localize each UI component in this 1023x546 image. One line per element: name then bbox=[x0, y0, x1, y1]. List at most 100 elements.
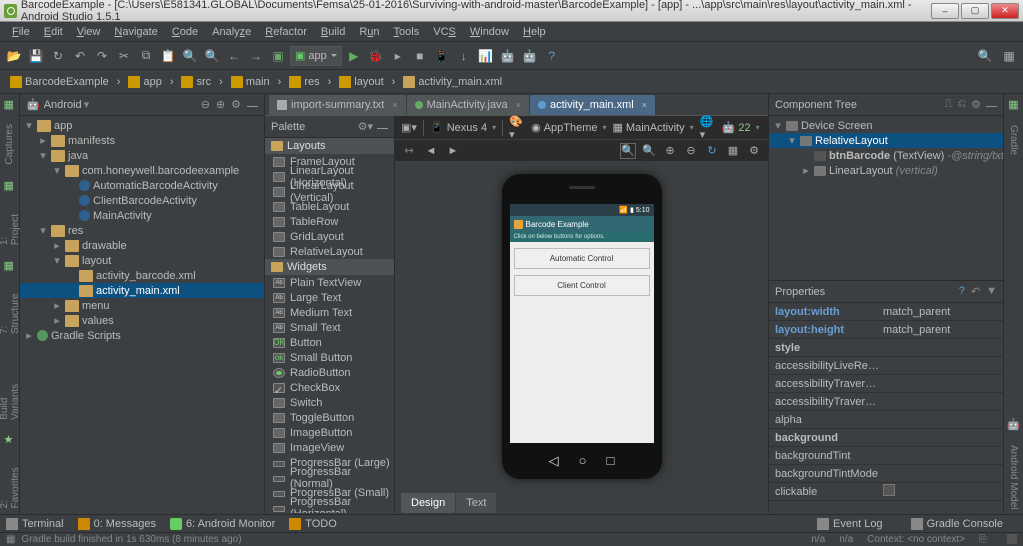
tree-values[interactable]: ▸values bbox=[20, 313, 264, 328]
tab-design[interactable]: Design bbox=[401, 493, 455, 513]
gear-icon[interactable]: ⚙ bbox=[746, 143, 762, 159]
screen[interactable]: 📶▮5:10 Barcode Example Click on below bu… bbox=[510, 204, 654, 443]
theme-dropdown[interactable]: ◉AppTheme bbox=[531, 121, 606, 134]
component-tree[interactable]: ▾Device Screen ▾RelativeLayout btnBarcod… bbox=[769, 116, 1003, 180]
collapse-icon[interactable]: ⎌ bbox=[957, 98, 966, 111]
collapse-icon[interactable]: ⊖ bbox=[201, 98, 210, 111]
structure-icon[interactable]: ▦ bbox=[4, 259, 16, 271]
close-icon[interactable]: × bbox=[642, 100, 647, 110]
search-everywhere-icon[interactable]: 🔍 bbox=[975, 46, 995, 66]
ct-btnbarcode[interactable]: btnBarcode (TextView) - @string/txtMainT… bbox=[769, 148, 1003, 163]
crumb-layout[interactable]: layout bbox=[333, 74, 389, 90]
arrow-right-icon[interactable]: ► bbox=[445, 143, 461, 159]
tree-manifests[interactable]: ▸manifests bbox=[20, 133, 264, 148]
etab-import[interactable]: import-summary.txt× bbox=[269, 95, 406, 115]
settings-icon[interactable]: ▦ bbox=[999, 46, 1019, 66]
pal-grid[interactable]: GridLayout bbox=[265, 229, 394, 244]
minimize-button[interactable]: – bbox=[931, 3, 959, 19]
menu-edit[interactable]: Edit bbox=[38, 24, 69, 40]
open-icon[interactable]: 📂 bbox=[4, 46, 24, 66]
avd-icon[interactable]: 📱 bbox=[432, 46, 452, 66]
help-icon[interactable]: ? bbox=[542, 46, 562, 66]
tree-app[interactable]: ▾app bbox=[20, 118, 264, 133]
tree-layout-file-0[interactable]: activity_barcode.xml bbox=[20, 268, 264, 283]
gear-icon[interactable]: ⚙ bbox=[971, 98, 981, 111]
prop-row[interactable]: accessibilityLiveRegion bbox=[769, 357, 1003, 375]
tree-package[interactable]: ▾com.honeywell.barcodeexample bbox=[20, 163, 264, 178]
api-dropdown[interactable]: 🤖22 bbox=[722, 121, 760, 134]
crumb-res[interactable]: res bbox=[283, 74, 325, 90]
menu-navigate[interactable]: Navigate bbox=[108, 24, 163, 40]
stop-icon[interactable]: ■ bbox=[410, 46, 430, 66]
event-log-tool[interactable]: Event Log bbox=[817, 518, 883, 530]
close-icon[interactable]: × bbox=[516, 100, 521, 110]
prop-value[interactable]: match_parent bbox=[879, 306, 1003, 318]
menu-file[interactable]: File bbox=[6, 24, 36, 40]
redo-icon[interactable]: ↷ bbox=[92, 46, 112, 66]
gradle-label[interactable]: Gradle bbox=[1008, 121, 1019, 159]
capture-icon[interactable]: ▦ bbox=[725, 143, 741, 159]
tree-res[interactable]: ▾res bbox=[20, 223, 264, 238]
arrow-left-icon[interactable]: ◄ bbox=[423, 143, 439, 159]
status-context[interactable]: Context: <no context> bbox=[867, 534, 965, 545]
android-model-label[interactable]: Android Model bbox=[1008, 441, 1019, 513]
zoom-actual-icon[interactable]: 🔍 bbox=[641, 143, 657, 159]
pal-button[interactable]: OKButton bbox=[265, 335, 394, 350]
tree-layout[interactable]: ▾layout bbox=[20, 253, 264, 268]
reset-icon[interactable]: ↶ bbox=[971, 285, 980, 298]
sync-icon[interactable]: ↻ bbox=[48, 46, 68, 66]
prop-row[interactable]: alpha bbox=[769, 411, 1003, 429]
ct-device[interactable]: ▾Device Screen bbox=[769, 118, 1003, 133]
gradle-console-tool[interactable]: Gradle Console bbox=[911, 518, 1003, 530]
prop-row[interactable]: backgroundTintMode bbox=[769, 465, 1003, 483]
tree-layout-file-1[interactable]: activity_main.xml bbox=[20, 283, 264, 298]
pal-toggle[interactable]: ToggleButton bbox=[265, 410, 394, 425]
etab-mainactivity[interactable]: MainActivity.java× bbox=[407, 95, 529, 115]
paste-icon[interactable]: 📋 bbox=[158, 46, 178, 66]
expand-icon[interactable]: ⎍ bbox=[945, 98, 953, 111]
pal-largetext[interactable]: AbLarge Text bbox=[265, 290, 394, 305]
pal-checkbox[interactable]: ✓CheckBox bbox=[265, 380, 394, 395]
gear-icon[interactable]: ⚙ bbox=[231, 98, 241, 111]
fwd-icon[interactable]: → bbox=[246, 46, 266, 66]
btn-client[interactable]: Client Control bbox=[514, 275, 650, 296]
prop-row[interactable]: layout:heightmatch_parent bbox=[769, 321, 1003, 339]
menu-window[interactable]: Window bbox=[464, 24, 515, 40]
menu-vcs[interactable]: VCS bbox=[427, 24, 462, 40]
run-icon[interactable]: ▶ bbox=[344, 46, 364, 66]
pal-linearv[interactable]: LinearLayout (Vertical) bbox=[265, 184, 394, 199]
tree-class-0[interactable]: AutomaticBarcodeActivity bbox=[20, 178, 264, 193]
help-icon[interactable]: ? bbox=[959, 285, 965, 298]
design-canvas[interactable]: 📶▮5:10 Barcode Example Click on below bu… bbox=[395, 162, 768, 491]
pal-imgview[interactable]: ImageView bbox=[265, 440, 394, 455]
zoom-in-icon[interactable]: ⊕ bbox=[662, 143, 678, 159]
palette-group-widgets[interactable]: Widgets bbox=[265, 259, 394, 275]
pal-switch[interactable]: Switch bbox=[265, 395, 394, 410]
menu-view[interactable]: View bbox=[71, 24, 107, 40]
pal-smalltext[interactable]: AbSmall Text bbox=[265, 320, 394, 335]
prop-row[interactable]: accessibilityTraversalAfte bbox=[769, 375, 1003, 393]
prop-row[interactable]: accessibilityTraversalBefo bbox=[769, 393, 1003, 411]
save-icon[interactable]: 💾 bbox=[26, 46, 46, 66]
project-tree[interactable]: ▾app ▸manifests ▾java ▾com.honeywell.bar… bbox=[20, 116, 264, 513]
prop-value[interactable] bbox=[879, 484, 1003, 499]
crumb-src[interactable]: src bbox=[175, 74, 217, 90]
btn-automatic[interactable]: Automatic Control bbox=[514, 248, 650, 269]
hide-icon[interactable]: ⎼ bbox=[247, 98, 258, 111]
ct-relativelayout[interactable]: ▾RelativeLayout bbox=[769, 133, 1003, 148]
menu-tools[interactable]: Tools bbox=[388, 24, 426, 40]
crumb-project[interactable]: BarcodeExample bbox=[4, 74, 115, 90]
locale-icon[interactable]: 🌐▾ bbox=[700, 120, 716, 136]
sdk-icon[interactable]: ↓ bbox=[454, 46, 474, 66]
find-icon[interactable]: 🔍 bbox=[180, 46, 200, 66]
copy-icon[interactable]: ⧉ bbox=[136, 46, 156, 66]
tab-text[interactable]: Text bbox=[456, 493, 496, 513]
cut-icon[interactable]: ✂ bbox=[114, 46, 134, 66]
menu-refactor[interactable]: Refactor bbox=[259, 24, 313, 40]
pal-progn[interactable]: ProgressBar (Normal) bbox=[265, 470, 394, 485]
menu-build[interactable]: Build bbox=[315, 24, 351, 40]
device-dropdown[interactable]: 📱 Nexus 4 bbox=[430, 121, 496, 134]
target-icon[interactable]: ⊕ bbox=[216, 98, 225, 111]
structure-label[interactable]: 7: Structure bbox=[0, 281, 21, 338]
pal-progh[interactable]: ProgressBar (Horizontal) bbox=[265, 500, 394, 513]
